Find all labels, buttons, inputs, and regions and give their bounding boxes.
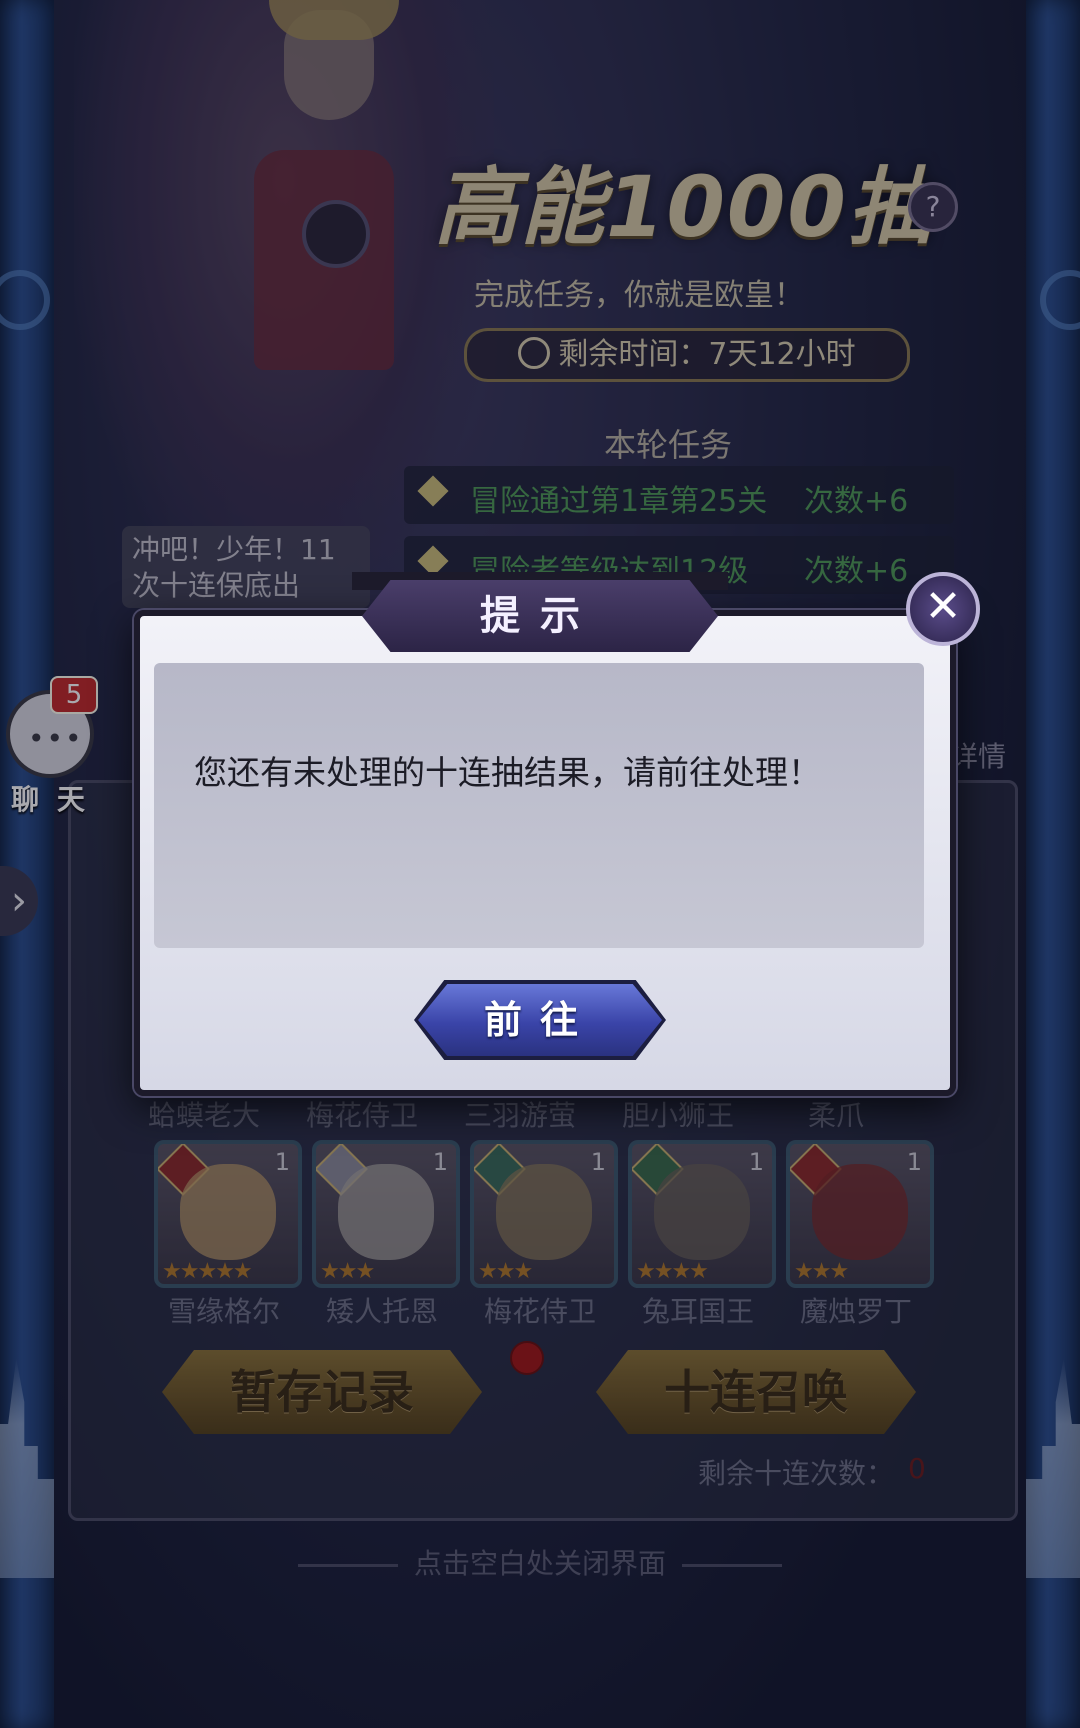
go-button[interactable]: 前往 (418, 984, 662, 1056)
dialog-message: 您还有未处理的十连抽结果，请前往处理！ (194, 753, 821, 792)
close-icon[interactable]: ✕ (906, 572, 980, 646)
dialog-title: 提示 (362, 580, 718, 652)
dialog-content-area (154, 663, 924, 948)
